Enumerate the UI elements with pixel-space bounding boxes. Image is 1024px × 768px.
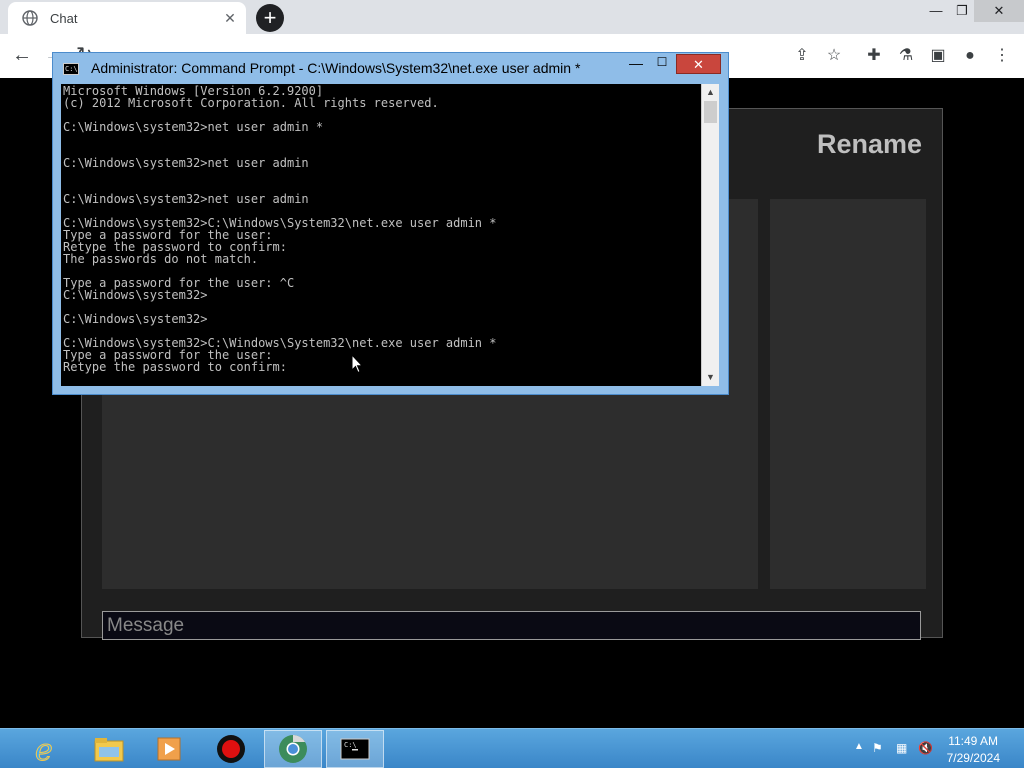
network-icon[interactable]: ▦ xyxy=(896,741,907,755)
side-panel-icon[interactable]: ▣ xyxy=(926,44,950,68)
new-tab-button[interactable]: + xyxy=(256,4,284,32)
show-hidden-icons-icon[interactable]: ▲ xyxy=(854,741,864,752)
cmd-line: C:\Windows\system32>net user admin xyxy=(63,192,309,206)
users-list xyxy=(770,199,926,589)
cmd-line: (c) 2012 Microsoft Corporation. All righ… xyxy=(63,96,439,110)
cmd-line: C:\Windows\system32>net user admin xyxy=(63,156,309,170)
cmd-console[interactable]: Microsoft Windows [Version 6.2.9200] (c) … xyxy=(61,84,719,386)
rename-button[interactable]: Rename xyxy=(817,129,922,160)
command-prompt-window: C:\ Administrator: Command Prompt - C:\W… xyxy=(52,52,729,395)
cmd-app-icon: C:\ xyxy=(63,63,79,75)
cmd-line xyxy=(63,133,699,145)
message-input[interactable]: Message xyxy=(102,611,921,640)
cmd-titlebar[interactable]: C:\ Administrator: Command Prompt - C:\W… xyxy=(53,53,728,83)
svg-text:C:\: C:\ xyxy=(344,741,357,749)
screen: Chat ✕ + — ❐ ✕ ← → ↻ ⇪ ☆ ✚ ⚗ ▣ ● ⋮ Renam… xyxy=(0,0,1024,768)
maximize-icon[interactable]: ☐ xyxy=(649,55,675,75)
close-window-icon[interactable]: ✕ xyxy=(974,0,1024,22)
vertical-scrollbar[interactable]: ▲ ▼ xyxy=(701,84,719,386)
action-center-flag-icon[interactable]: ⚑ xyxy=(872,741,883,755)
record-icon[interactable] xyxy=(202,730,260,768)
cmd-output: Microsoft Windows [Version 6.2.9200] (c) … xyxy=(63,85,699,373)
clock-time[interactable]: 11:49 AM xyxy=(948,734,998,748)
command-prompt-icon[interactable]: C:\ xyxy=(326,730,384,768)
cmd-line: Retype the password to confirm: xyxy=(63,360,287,374)
cmd-line: C:\Windows\system32> xyxy=(63,288,208,302)
chrome-icon[interactable] xyxy=(264,730,322,768)
internet-explorer-icon[interactable]: e xyxy=(18,730,76,768)
svg-text:e: e xyxy=(35,733,53,765)
media-player-icon[interactable] xyxy=(140,730,198,768)
menu-icon[interactable]: ⋮ xyxy=(990,44,1014,68)
scrollbar-thumb[interactable] xyxy=(704,101,717,123)
profile-icon[interactable]: ● xyxy=(958,44,982,68)
close-icon[interactable]: ✕ xyxy=(676,54,721,74)
scroll-up-icon[interactable]: ▲ xyxy=(702,84,719,101)
cmd-line: C:\Windows\system32> xyxy=(63,312,208,326)
cmd-line: The passwords do not match. xyxy=(63,252,259,266)
cmd-line: C:\Windows\system32>net user admin * xyxy=(63,120,324,134)
share-icon[interactable]: ⇪ xyxy=(790,44,814,68)
scroll-down-icon[interactable]: ▼ xyxy=(702,369,719,386)
extensions-icon[interactable]: ✚ xyxy=(862,44,886,68)
system-tray: ▲ ⚑ ▦ 🔇 11:49 AM 7/29/2024 xyxy=(834,729,1024,768)
cmd-window-title: Administrator: Command Prompt - C:\Windo… xyxy=(91,60,581,76)
browser-tab-strip: Chat ✕ + — ❐ ✕ xyxy=(0,0,1024,34)
star-icon[interactable]: ☆ xyxy=(822,44,846,68)
back-arrow-icon[interactable]: ← xyxy=(10,44,34,67)
file-explorer-icon[interactable] xyxy=(80,730,138,768)
mouse-cursor-icon xyxy=(351,354,363,374)
close-tab-icon[interactable]: ✕ xyxy=(220,8,240,28)
labs-flask-icon[interactable]: ⚗ xyxy=(894,44,918,68)
taskbar: e C:\ ▲ ⚑ ▦ 🔇 11:49 AM 7/29/2024 xyxy=(0,728,1024,768)
cmd-line xyxy=(63,169,699,181)
globe-icon xyxy=(22,10,38,26)
volume-muted-icon[interactable]: 🔇 xyxy=(918,741,933,755)
minimize-icon[interactable]: — xyxy=(623,55,649,75)
clock-date[interactable]: 7/29/2024 xyxy=(947,751,1000,765)
tab-chat[interactable]: Chat ✕ xyxy=(8,2,246,34)
tab-title: Chat xyxy=(50,10,78,26)
